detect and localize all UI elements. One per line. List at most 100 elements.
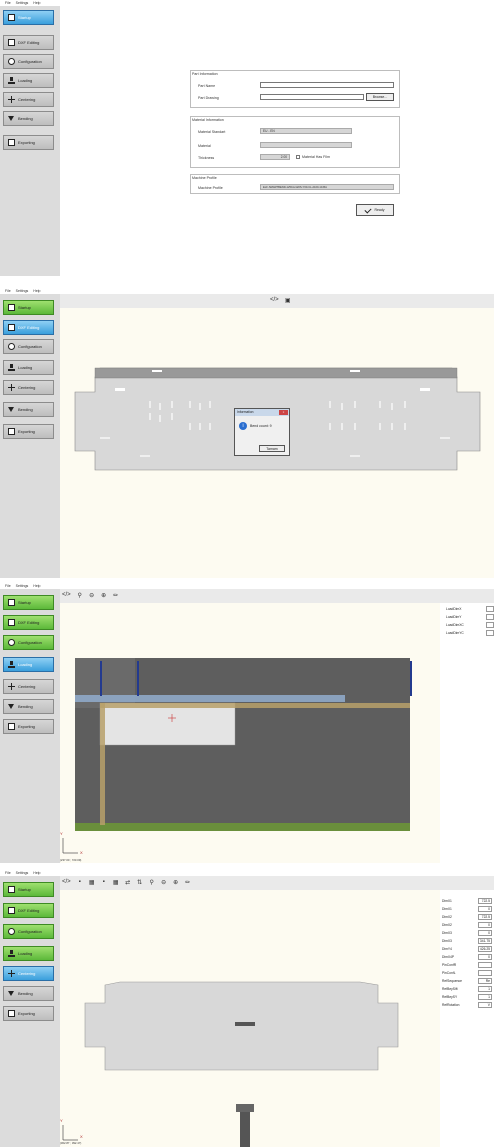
param-input[interactable]: 341.75: [478, 938, 492, 944]
align-right-icon[interactable]: ▦: [113, 879, 119, 886]
centering-window: File Settings Help Startup DXF Editing C…: [0, 870, 494, 1147]
loading-canvas: Y X (237.00 ; 723.09): [60, 603, 440, 863]
thickness-label: Thickness: [198, 156, 215, 160]
sidebar-item-exporting[interactable]: Exporting: [3, 135, 54, 150]
browse-button[interactable]: Browse...: [366, 93, 394, 101]
sidebar-item-bending[interactable]: Bending: [3, 986, 54, 1001]
document-icon: [8, 14, 15, 21]
dialog-ok-button[interactable]: Tamam: [259, 445, 285, 452]
zoom-out-icon[interactable]: ⊖: [89, 592, 95, 599]
swap-horizontal-icon[interactable]: ⇄: [125, 879, 131, 886]
ready-button[interactable]: Ready: [356, 204, 394, 216]
close-icon[interactable]: ×: [279, 410, 288, 415]
gear-icon: [8, 343, 15, 350]
sidebar-item-configuration[interactable]: Configuration: [3, 54, 54, 69]
param-input[interactable]: [486, 606, 494, 612]
sidebar-item-loading[interactable]: Loading: [3, 360, 54, 375]
sidebar-item-startup[interactable]: Startup: [3, 595, 54, 610]
loading-toolbar: </> ⚲ ⊖ ⊕ ✏: [62, 589, 119, 601]
align-left-icon[interactable]: ▪: [77, 879, 83, 885]
zoom-in-icon[interactable]: ⊕: [173, 879, 179, 886]
param-input[interactable]: 0: [478, 954, 492, 960]
gear-icon: [8, 928, 15, 935]
part-drawing-input[interactable]: [260, 94, 364, 100]
sidebar-item-exporting[interactable]: Exporting: [3, 719, 54, 734]
param-input[interactable]: 426.25: [478, 946, 492, 952]
param-input[interactable]: 0: [478, 906, 492, 912]
param-label: PinConfR: [442, 963, 457, 967]
startup-content: Part Information Part Name Part Drawing …: [60, 6, 494, 276]
code-icon[interactable]: </>: [270, 297, 279, 303]
sidebar-item-loading[interactable]: Loading: [3, 73, 54, 88]
param-input[interactable]: 0: [478, 930, 492, 936]
sidebar-item-bending[interactable]: Bending: [3, 402, 54, 417]
sidebar-item-startup[interactable]: Startup: [3, 300, 54, 315]
sidebar-item-dxf-editing[interactable]: DXF Editing: [3, 903, 54, 918]
zoom-fit-icon[interactable]: ⚲: [77, 592, 83, 599]
loading-icon: [8, 77, 15, 84]
zoom-fit-icon[interactable]: ⚲: [149, 879, 155, 886]
param-label: DimX4P: [442, 955, 455, 959]
sidebar-item-bending[interactable]: Bending: [3, 699, 54, 714]
sidebar-item-configuration[interactable]: Configuration: [3, 635, 54, 650]
ruler-icon[interactable]: ✏: [185, 879, 191, 886]
sidebar-item-dxf-editing[interactable]: DXF Editing: [3, 35, 54, 50]
sidebar-item-exporting[interactable]: Exporting: [3, 1006, 54, 1021]
material-select[interactable]: [260, 142, 352, 148]
zoom-out-icon[interactable]: ⊖: [161, 879, 167, 886]
ruler-icon[interactable]: ✏: [113, 592, 119, 599]
param-input[interactable]: Re: [478, 978, 492, 984]
sidebar-item-centering[interactable]: Centering: [3, 92, 54, 107]
param-input[interactable]: 1: [478, 994, 492, 1000]
code-icon[interactable]: </>: [62, 879, 71, 885]
thickness-input[interactable]: 2.00: [260, 154, 290, 160]
startup-window: File Settings Help Startup DXF Editing C…: [0, 0, 494, 276]
param-input[interactable]: [486, 614, 494, 620]
sidebar-item-exporting[interactable]: Exporting: [3, 424, 54, 439]
param-input[interactable]: [478, 970, 492, 976]
machine-profile-select[interactable]: ELF-SMARTBEND-1250-H120S-Y60-CL-2100-10-…: [260, 184, 394, 190]
sidebar-item-centering[interactable]: Centering: [3, 966, 54, 981]
gear-icon: [8, 639, 15, 646]
align-diag-icon[interactable]: ▦: [89, 879, 95, 886]
param-label: DimX2: [442, 923, 452, 927]
param-input[interactable]: 722.5: [478, 914, 492, 920]
sidebar: Startup DXF Editing Configuration Loadin…: [0, 294, 60, 578]
machine-profile-label: Machine Profile: [198, 186, 223, 190]
code-icon[interactable]: </>: [62, 592, 71, 598]
sidebar-item-bending[interactable]: Bending: [3, 111, 54, 126]
export-icon: [8, 723, 15, 730]
part-name-input[interactable]: [260, 82, 394, 88]
param-label: DimX3: [442, 931, 452, 935]
sidebar-item-centering[interactable]: Centering: [3, 679, 54, 694]
param-label: PinConfL: [442, 971, 456, 975]
sidebar-item-centering[interactable]: Centering: [3, 380, 54, 395]
sidebar-item-startup[interactable]: Startup: [3, 10, 54, 25]
centering-icon: [8, 96, 15, 103]
swap-vertical-icon[interactable]: ⇅: [137, 879, 143, 886]
sidebar-item-dxf-editing[interactable]: DXF Editing: [3, 320, 54, 335]
param-input[interactable]: V: [478, 1002, 492, 1008]
param-input[interactable]: 0: [478, 922, 492, 928]
sidebar-item-dxf-editing[interactable]: DXF Editing: [3, 615, 54, 630]
sidebar: Startup DXF Editing Configuration Loadin…: [0, 876, 60, 1147]
bus-icon[interactable]: ▣: [285, 297, 291, 304]
sidebar-item-startup[interactable]: Startup: [3, 882, 54, 897]
zoom-in-icon[interactable]: ⊕: [101, 592, 107, 599]
param-input[interactable]: [478, 962, 492, 968]
param-input[interactable]: [486, 622, 494, 628]
param-label: RefSequence: [442, 979, 462, 983]
param-input[interactable]: 1: [478, 986, 492, 992]
material-standard-select[interactable]: EU - EN: [260, 128, 352, 134]
sidebar-item-loading[interactable]: Loading: [3, 657, 54, 672]
param-input[interactable]: 722.5: [478, 898, 492, 904]
sidebar-item-configuration[interactable]: Configuration: [3, 339, 54, 354]
axis-x-label: X: [80, 850, 83, 855]
sidebar-item-loading[interactable]: Loading: [3, 946, 54, 961]
param-input[interactable]: [486, 630, 494, 636]
centering-scene: [62, 981, 399, 1147]
material-has-film-checkbox[interactable]: [296, 155, 300, 159]
material-has-film-label: Material Has Film: [302, 155, 330, 159]
sidebar-item-configuration[interactable]: Configuration: [3, 924, 54, 939]
align-center-icon[interactable]: ▪: [101, 879, 107, 885]
